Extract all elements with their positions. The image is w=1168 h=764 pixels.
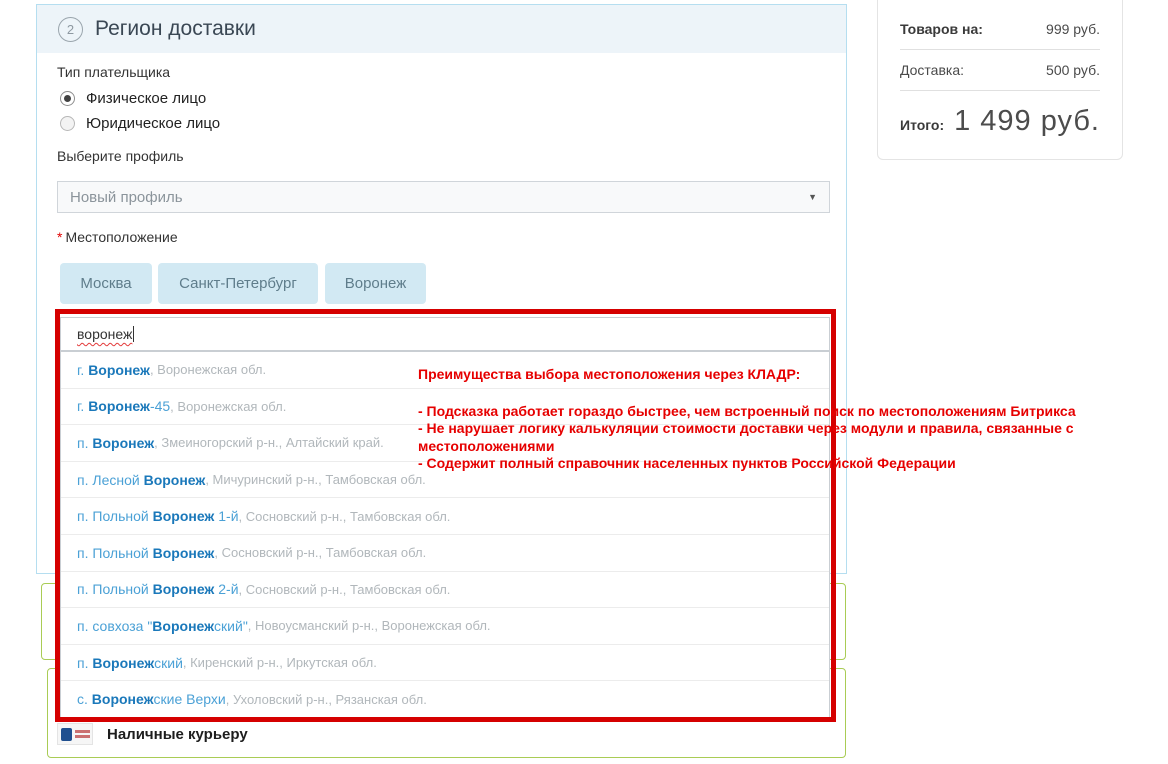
section-title: Регион доставки — [95, 17, 256, 41]
suggestion-after: 2-й — [214, 581, 238, 597]
payment-method-label: Наличные курьеру — [107, 726, 248, 743]
suggestion-match: Воронеж — [153, 545, 215, 561]
suggestion-match: Воронеж — [152, 618, 214, 634]
suggestion-match: Воронеж — [88, 398, 150, 414]
suggestion-before: Польной — [92, 581, 152, 597]
delivery-cost-value: 500 руб. — [1046, 62, 1100, 78]
required-asterisk: * — [57, 229, 62, 245]
suggestion-item[interactable]: п. Польной Воронеж 1-й, Сосновский р-н.,… — [61, 497, 829, 534]
text-cursor — [133, 326, 134, 342]
radio-selected-icon[interactable] — [60, 91, 75, 106]
suggestion-prefix: п. — [77, 435, 92, 451]
suggestion-item[interactable]: п. Польной Воронеж 2-й, Сосновский р-н.,… — [61, 571, 829, 608]
delivery-cost-label: Доставка: — [900, 62, 964, 78]
suggestion-after: ские Верхи — [154, 691, 226, 707]
suggestion-prefix: п. — [77, 508, 92, 524]
suggestion-before: Польной — [92, 508, 152, 524]
order-summary-box: Товаров на: 999 руб. Доставка: 500 руб. … — [877, 0, 1123, 160]
suggestion-region: , Змеиногорский р-н., Алтайский край. — [154, 435, 384, 450]
suggestion-prefix: п. — [77, 472, 92, 488]
location-search-input[interactable]: воронеж — [60, 317, 830, 351]
suggestion-region: , Мичуринский р-н., Тамбовская обл. — [205, 472, 425, 487]
suggestion-match: Воронеж — [92, 655, 154, 671]
divider — [900, 90, 1100, 91]
suggestion-match: Воронеж — [92, 691, 154, 707]
chevron-down-icon: ▼ — [808, 192, 817, 202]
checkout-page: 2 Регион доставки Тип плательщика Физиче… — [0, 0, 1168, 764]
radio-label: Физическое лицо — [86, 90, 206, 107]
suggestion-prefix: п. — [77, 655, 92, 671]
payer-type-radio-individual[interactable]: Физическое лицо — [60, 90, 206, 107]
location-label: *Местоположение — [57, 229, 178, 245]
suggestion-item[interactable]: п. Польной Воронеж, Сосновский р-н., Там… — [61, 534, 829, 571]
suggestion-item[interactable]: п. Лесной Воронеж, Мичуринский р-н., Там… — [61, 461, 829, 498]
location-suggestions-dropdown: г. Воронеж, Воронежская обл. г. Воронеж-… — [60, 351, 830, 718]
suggestion-region: , Сосновский р-н., Тамбовская обл. — [239, 509, 451, 524]
suggestion-match: Воронеж — [144, 472, 206, 488]
suggestion-prefix: п. — [77, 618, 92, 634]
suggestion-match: Воронеж — [88, 362, 150, 378]
profile-selected-value: Новый профиль — [70, 189, 183, 206]
suggestion-prefix: с. — [77, 691, 92, 707]
suggestion-region: , Ухоловский р-н., Рязанская обл. — [226, 692, 427, 707]
suggestion-before: Лесной — [92, 472, 143, 488]
suggestion-after: -45 — [150, 398, 170, 414]
suggestion-item[interactable]: п. Воронежский, Киренский р-н., Иркутска… — [61, 644, 829, 681]
payer-type-label: Тип плательщика — [57, 64, 170, 80]
payer-type-radio-company[interactable]: Юридическое лицо — [60, 115, 220, 132]
suggestion-region: , Новоусманский р-н., Воронежская обл. — [248, 618, 491, 633]
suggestion-after: 1-й — [214, 508, 238, 524]
location-label-text: Местоположение — [65, 229, 177, 245]
cash-courier-logo-icon — [57, 723, 93, 745]
location-search-value: воронеж — [77, 326, 132, 342]
profile-label: Выберите профиль — [57, 148, 184, 164]
suggestion-before: Польной — [92, 545, 152, 561]
suggestion-after: ский — [154, 655, 183, 671]
suggestion-item[interactable]: г. Воронеж, Воронежская обл. — [61, 352, 829, 388]
grand-total-label: Итого: — [900, 117, 944, 133]
suggestion-region: , Сосновский р-н., Тамбовская обл. — [214, 545, 426, 560]
suggestion-before: совхоза " — [92, 618, 152, 634]
suggestion-region: , Киренский р-н., Иркутская обл. — [183, 655, 377, 670]
step-number-badge: 2 — [58, 17, 83, 42]
suggestion-match: Воронеж — [153, 581, 215, 597]
suggestion-prefix: г. — [77, 398, 88, 414]
profile-select[interactable]: Новый профиль ▼ — [57, 181, 830, 213]
suggestion-region: , Воронежская обл. — [150, 362, 266, 377]
suggestion-match: Воронеж — [153, 508, 215, 524]
section-header: 2 Регион доставки — [37, 5, 846, 53]
payment-method-cash-courier[interactable]: Наличные курьеру — [57, 723, 248, 745]
city-button-spb[interactable]: Санкт-Петербург — [158, 263, 318, 304]
suggestion-item[interactable]: г. Воронеж-45, Воронежская обл. — [61, 388, 829, 425]
suggestion-match: Воронеж — [92, 435, 154, 451]
suggestion-item[interactable]: п. Воронеж, Змеиногорский р-н., Алтайски… — [61, 424, 829, 461]
suggestion-item[interactable]: с. Воронежские Верхи, Ухоловский р-н., Р… — [61, 680, 829, 717]
suggestion-region: , Сосновский р-н., Тамбовская обл. — [239, 582, 451, 597]
radio-label: Юридическое лицо — [86, 115, 220, 132]
suggestion-prefix: п. — [77, 545, 92, 561]
divider — [900, 49, 1100, 50]
suggestion-region: , Воронежская обл. — [170, 399, 286, 414]
suggestion-after: ский" — [214, 618, 248, 634]
radio-unselected-icon[interactable] — [60, 116, 75, 131]
suggestion-prefix: г. — [77, 362, 88, 378]
items-total-value: 999 руб. — [1046, 21, 1100, 37]
grand-total-value: 1 499 руб. — [954, 105, 1100, 138]
suggestion-item[interactable]: п. совхоза "Воронежский", Новоусманский … — [61, 607, 829, 644]
city-button-voronezh[interactable]: Воронеж — [325, 263, 426, 304]
city-button-moscow[interactable]: Москва — [60, 263, 152, 304]
items-total-label: Товаров на: — [900, 21, 983, 37]
suggestion-prefix: п. — [77, 581, 92, 597]
